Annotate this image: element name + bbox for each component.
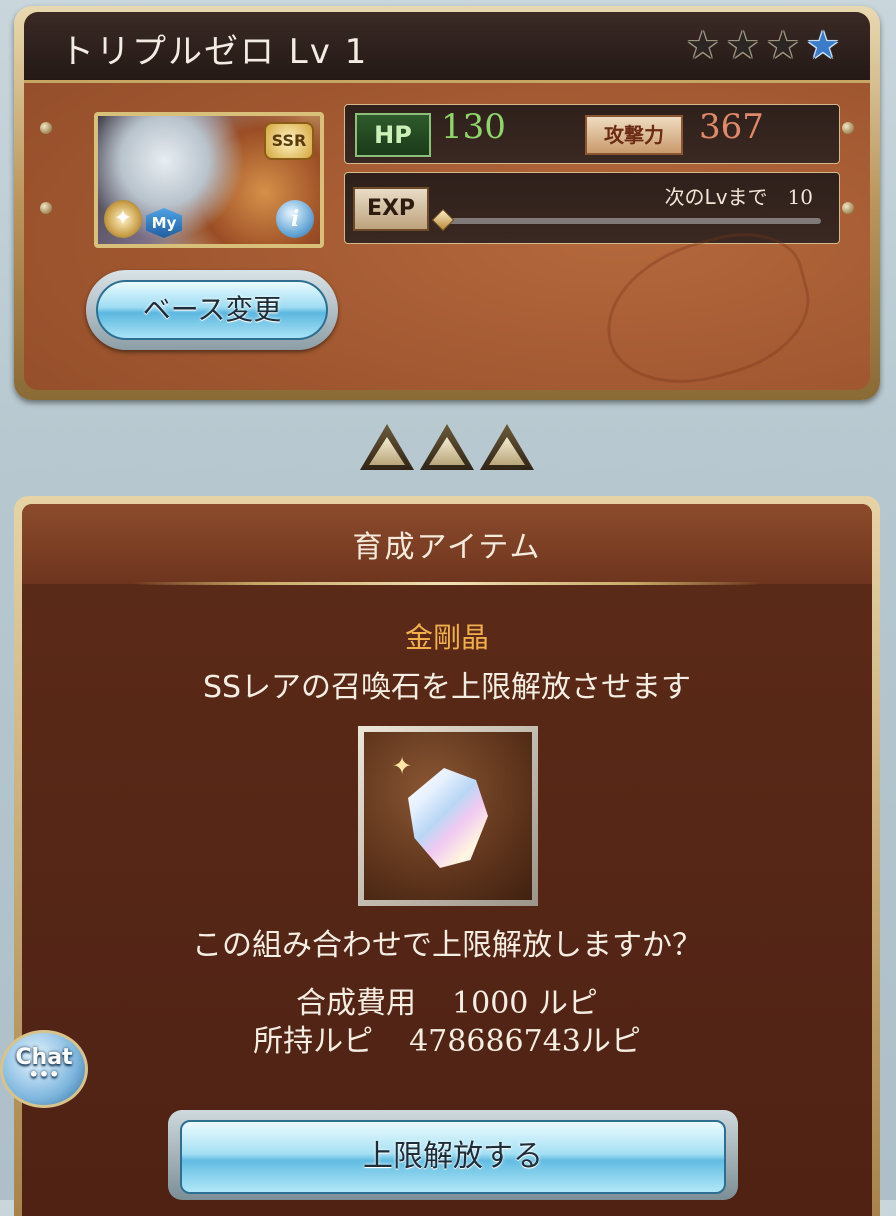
stat-panel: HP 130 攻撃力 367 xyxy=(344,104,840,164)
summon-name-level: トリプルゼロ Lv 1 xyxy=(60,32,369,72)
uncap-triangle-icon xyxy=(480,424,534,470)
title-bar: トリプルゼロ Lv 1 ★ ★ ★ ★ xyxy=(24,12,870,83)
uncap-indicators xyxy=(360,424,534,470)
exp-bar xyxy=(431,208,821,232)
enhancement-item-panel: 育成アイテム 金剛晶 SSレアの召喚石を上限解放させます ✦ この組み合わせで上… xyxy=(22,504,872,1216)
item-name: 金剛晶 xyxy=(404,621,489,654)
diamond-crystal-icon xyxy=(408,768,488,868)
next-level-info: 次のLvまで 10 xyxy=(665,181,813,210)
enhancement-item-card: 育成アイテム 金剛晶 SSレアの召喚石を上限解放させます ✦ この組み合わせで上… xyxy=(14,496,880,1216)
exp-label: EXP xyxy=(353,187,429,231)
my-badge: My xyxy=(146,208,182,238)
next-level-value: 10 xyxy=(787,185,813,209)
attack-value: 367 xyxy=(699,107,764,147)
base-change-label: ベース変更 xyxy=(96,280,328,340)
item-thumbnail[interactable]: ✦ xyxy=(358,726,538,906)
item-description: SSレアの召喚石を上限解放させます xyxy=(202,670,692,705)
limit-break-label: 上限解放する xyxy=(180,1120,726,1194)
base-change-button[interactable]: ベース変更 xyxy=(86,270,338,350)
star-icon: ★ xyxy=(765,23,800,67)
owned-rupie-label: 所持ルピ xyxy=(253,1024,374,1059)
ssr-badge: SSR xyxy=(264,122,314,160)
rivet-decoration xyxy=(40,202,52,214)
uncap-triangle-icon xyxy=(420,424,474,470)
header-divider xyxy=(132,582,762,585)
next-level-label: 次のLvまで xyxy=(664,185,768,209)
section-header: 育成アイテム xyxy=(22,504,872,584)
hp-label: HP xyxy=(355,113,431,157)
rivet-decoration xyxy=(40,122,52,134)
star-icon: ★ xyxy=(685,23,720,67)
limit-break-button[interactable]: 上限解放する xyxy=(168,1110,738,1200)
rivet-decoration xyxy=(842,122,854,134)
summon-status-card: トリプルゼロ Lv 1 ★ ★ ★ ★ SSR ✦ My i HP 130 攻撃… xyxy=(14,6,880,400)
section-title: 育成アイテム xyxy=(352,530,542,565)
light-element-icon: ✦ xyxy=(104,200,142,238)
info-icon[interactable]: i xyxy=(276,200,314,238)
rivet-decoration xyxy=(842,202,854,214)
uncap-stars: ★ ★ ★ ★ xyxy=(686,26,840,64)
sparkle-icon: ✦ xyxy=(392,752,413,780)
confirm-prompt: この組み合わせで上限解放しますか？ xyxy=(192,928,702,963)
exp-bar-marker xyxy=(431,208,455,232)
chat-dots-icon: ••• xyxy=(28,1065,60,1084)
star-filled-icon: ★ xyxy=(805,23,840,67)
attack-label: 攻撃力 xyxy=(585,115,683,155)
owned-rupie-line: 所持ルピ 478686743ルピ xyxy=(22,1016,872,1060)
item-image: ✦ xyxy=(364,732,532,900)
star-icon: ★ xyxy=(725,23,760,67)
summon-portrait[interactable]: SSR ✦ My i xyxy=(94,112,324,248)
chat-button[interactable]: Chat ••• xyxy=(0,1030,88,1108)
exp-panel: EXP 次のLvまで 10 xyxy=(344,172,840,244)
hp-value: 130 xyxy=(441,107,506,147)
owned-rupie-value: 478686743ルピ xyxy=(409,1024,641,1059)
uncap-triangle-icon xyxy=(360,424,414,470)
status-panel: トリプルゼロ Lv 1 ★ ★ ★ ★ SSR ✦ My i HP 130 攻撃… xyxy=(24,12,870,390)
